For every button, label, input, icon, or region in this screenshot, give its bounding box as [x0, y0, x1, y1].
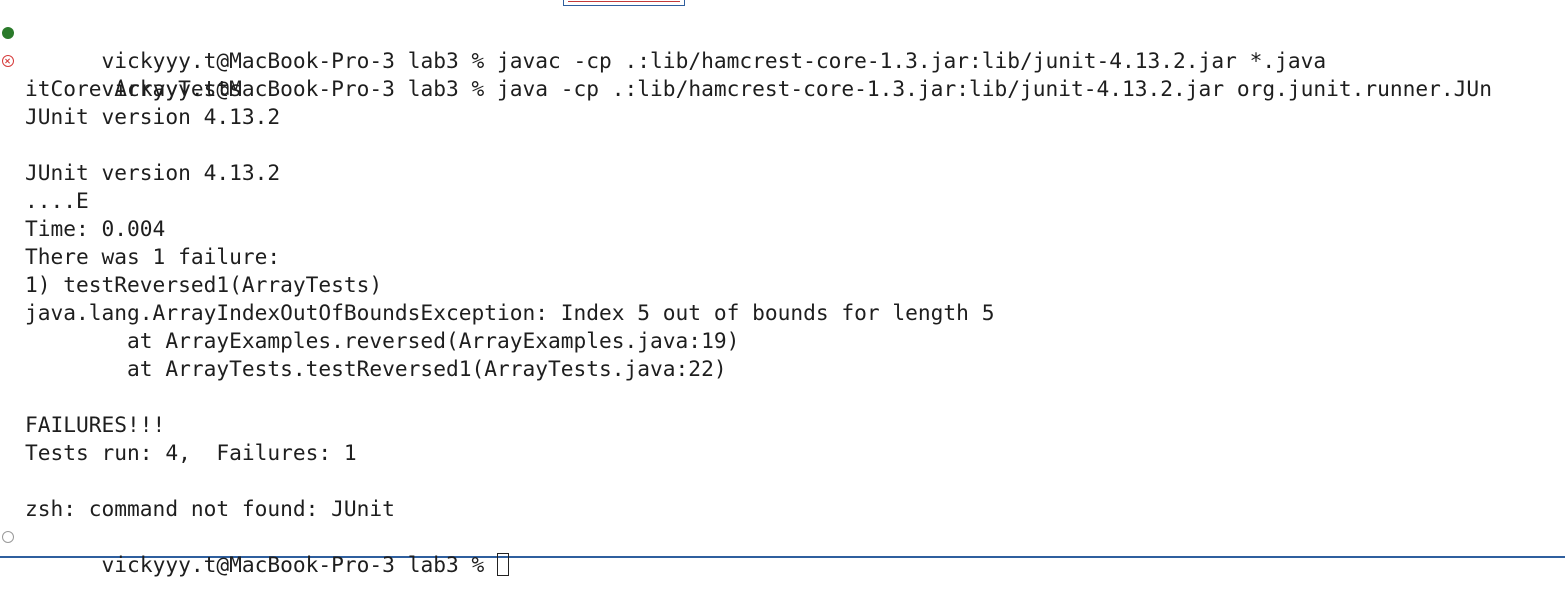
terminal-output: vickyyy.t@MacBook-Pro-3 lab3 % javac -cp…	[2, 19, 1560, 577]
terminal-line: Time: 0.004	[25, 216, 166, 241]
terminal-window[interactable]: vickyyy.t@MacBook-Pro-3 lab3 % javac -cp…	[0, 0, 1565, 577]
command-error-icon	[2, 55, 14, 67]
terminal-line: java.lang.ArrayIndexOutOfBoundsException…	[25, 300, 995, 325]
terminal-prompt-line[interactable]: vickyyy.t@MacBook-Pro-3 lab3 %	[2, 523, 1560, 577]
command-success-dot-icon	[2, 27, 14, 39]
text-cursor[interactable]	[496, 553, 509, 576]
terminal-line: vickyyy.t@MacBook-Pro-3 lab3 % javac -cp…	[2, 19, 1560, 73]
terminal-line: JUnit version 4.13.2	[25, 104, 281, 129]
terminal-line: ....E	[25, 188, 89, 213]
terminal-line: vickyyy.t@MacBook-Pro-3 lab3 % java -cp …	[2, 47, 1560, 101]
terminal-line: at ArrayTests.testReversed1(ArrayTests.j…	[25, 356, 727, 381]
terminal-line: FAILURES!!!	[25, 412, 166, 437]
terminal-line: at ArrayExamples.reversed(ArrayExamples.…	[25, 328, 740, 353]
terminal-line: There was 1 failure:	[25, 244, 281, 269]
terminal-line: JUnit version 4.13.2	[25, 160, 281, 185]
prompt-text: vickyyy.t@MacBook-Pro-3 lab3 %	[101, 552, 497, 577]
terminal-line: 1) testReversed1(ArrayTests)	[25, 272, 383, 297]
terminal-line: Tests run: 4, Failures: 1	[25, 440, 357, 465]
prompt-idle-circle-icon	[2, 531, 14, 543]
terminal-tab-indicator[interactable]	[563, 0, 685, 6]
terminal-line: zsh: command not found: JUnit	[25, 496, 395, 521]
